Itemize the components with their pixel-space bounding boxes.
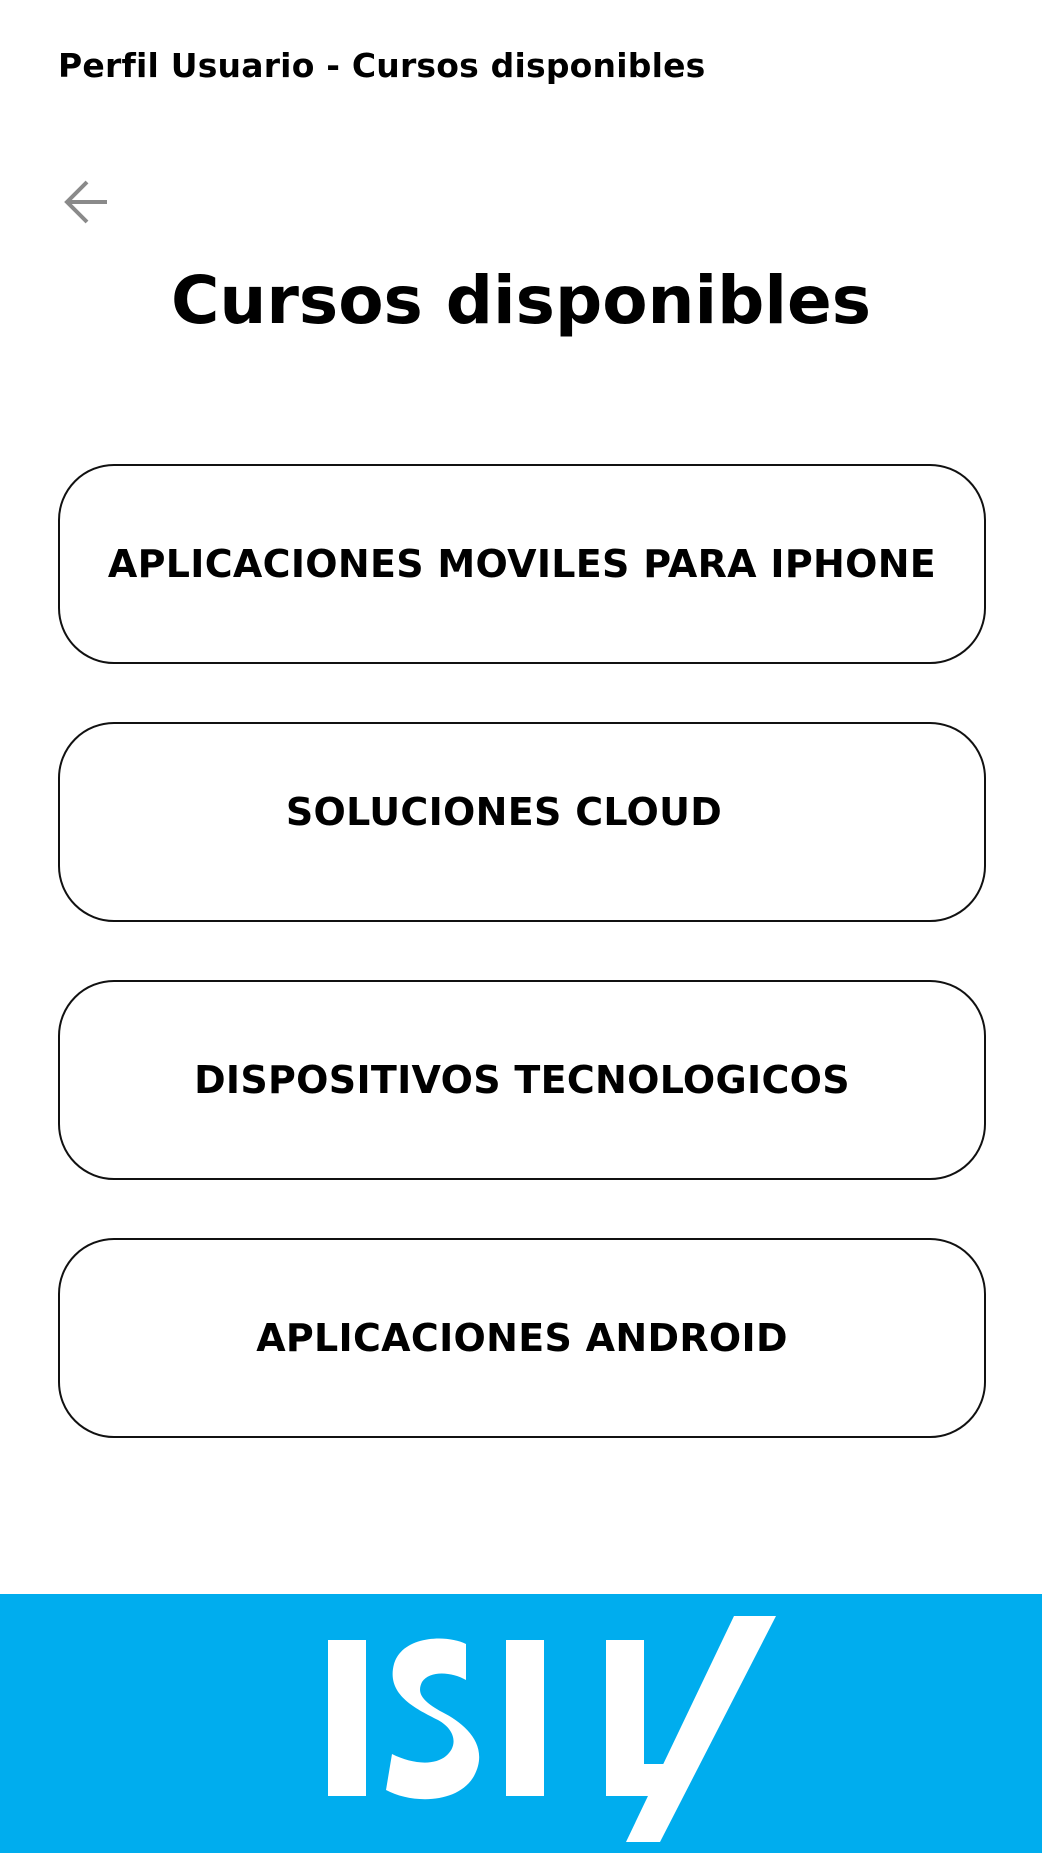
arrow-left-icon bbox=[64, 180, 107, 224]
screen-title: Perfil Usuario - Cursos disponibles bbox=[58, 46, 706, 85]
course-button-aplicaciones-android[interactable]: APLICACIONES ANDROID bbox=[58, 1238, 986, 1438]
course-button-soluciones-cloud[interactable]: SOLUCIONES CLOUD bbox=[58, 722, 986, 922]
course-button-dispositivos-tecnologicos[interactable]: DISPOSITIVOS TECNOLOGICOS bbox=[58, 980, 986, 1180]
isil-logo bbox=[328, 1616, 776, 1842]
page-heading: Cursos disponibles bbox=[170, 262, 872, 339]
footer-banner bbox=[0, 1594, 1042, 1853]
course-label: APLICACIONES MOVILES PARA IPHONE bbox=[107, 542, 937, 586]
back-button[interactable] bbox=[56, 172, 116, 232]
course-button-aplicaciones-moviles-iphone[interactable]: APLICACIONES MOVILES PARA IPHONE bbox=[58, 464, 986, 664]
course-label: APLICACIONES ANDROID bbox=[256, 1316, 788, 1360]
course-label: SOLUCIONES CLOUD bbox=[285, 790, 723, 834]
course-label: DISPOSITIVOS TECNOLOGICOS bbox=[194, 1058, 850, 1102]
course-list: APLICACIONES MOVILES PARA IPHONE SOLUCIO… bbox=[58, 464, 986, 1496]
